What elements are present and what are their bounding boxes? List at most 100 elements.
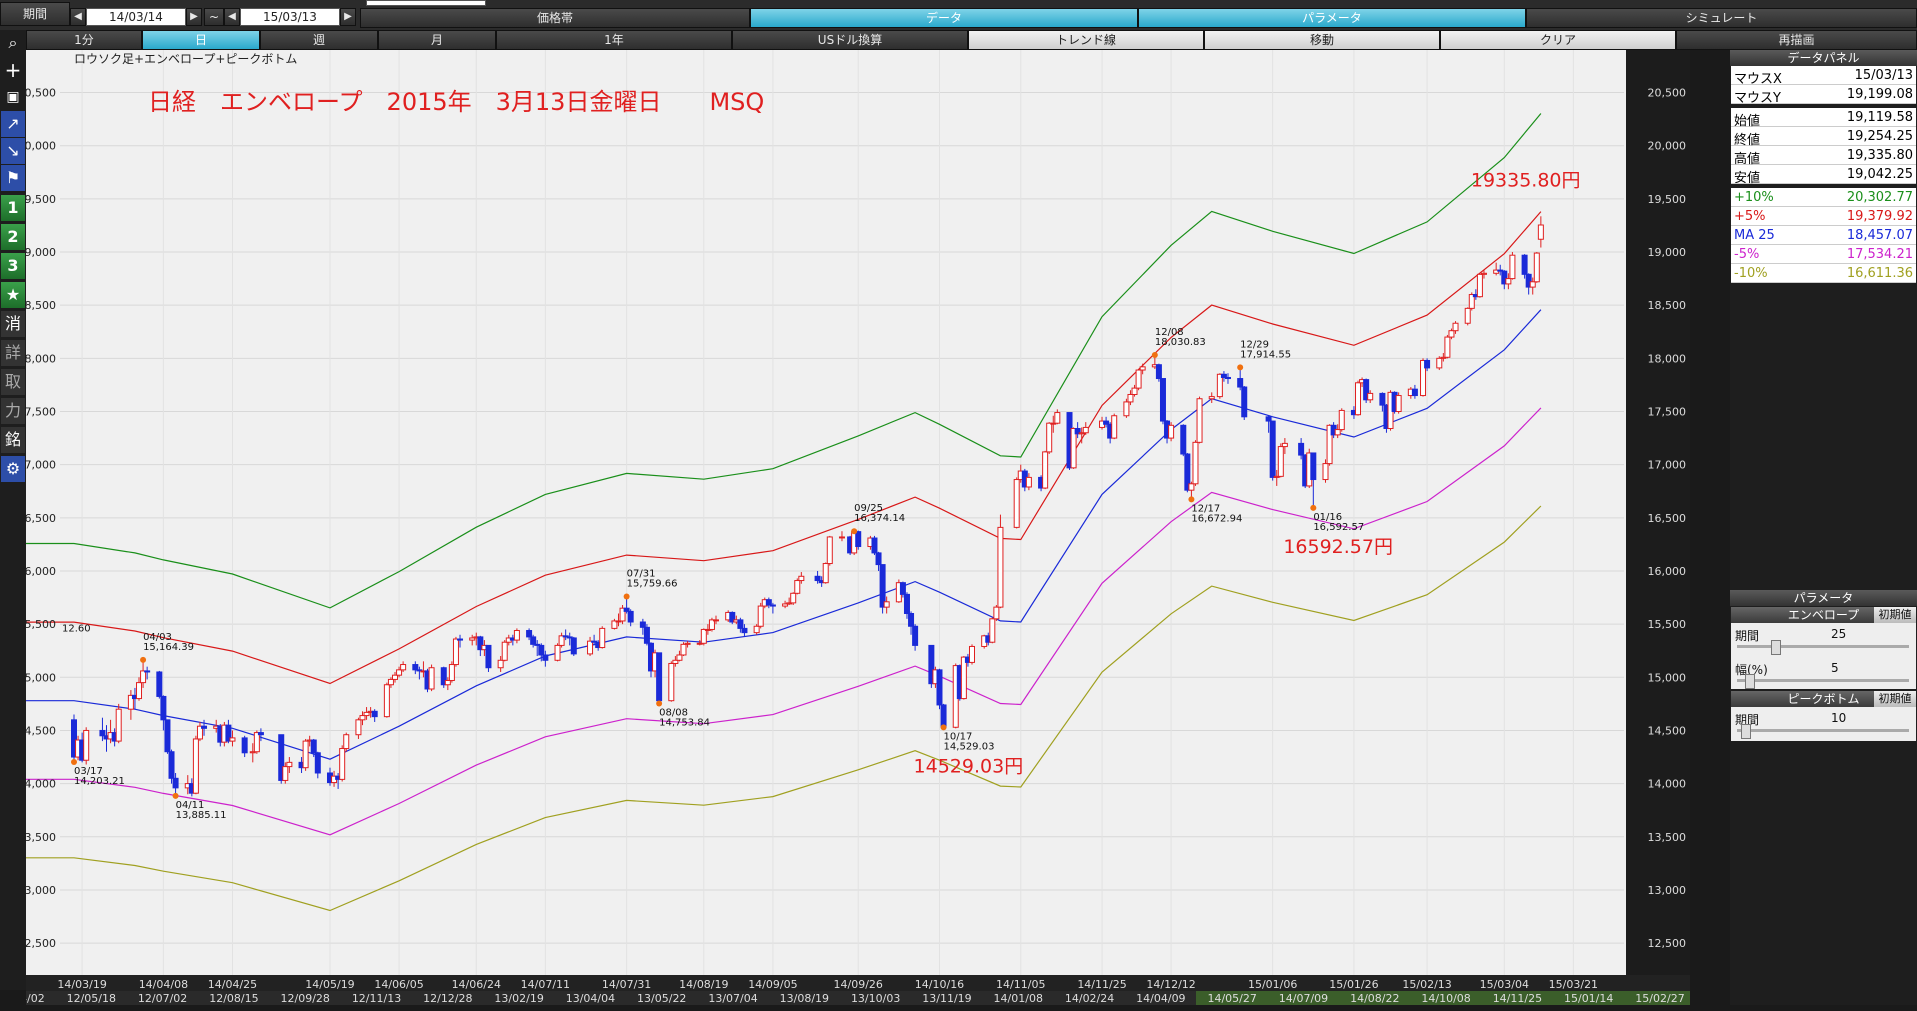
- camera-icon[interactable]: ▣: [1, 84, 25, 110]
- data-row-6: +10% 20,302.77: [1731, 188, 1916, 207]
- right-panel: データパネル マウスX 15/03/13 マウスY 19,199.08 始値 19,119…: [1730, 50, 1917, 1005]
- peak-period-slider[interactable]: [1737, 729, 1909, 732]
- price-annotation: 16592.57円: [1283, 536, 1393, 558]
- candle-body: [392, 674, 399, 680]
- candle-body: [428, 667, 435, 690]
- y-tick-label-left: 15,500: [26, 618, 56, 631]
- sub-toolbar: 1分 日 週 月 1年 USドル換算 トレンド線 移動 クリア 再描画: [26, 30, 1917, 50]
- candle-body: [339, 748, 346, 780]
- move-button[interactable]: 移動: [1204, 30, 1440, 50]
- crosshair-icon[interactable]: +: [1, 57, 25, 83]
- data-row-value: 19,254.25: [1846, 129, 1913, 144]
- envelope-period-slider[interactable]: [1737, 645, 1909, 648]
- x-tick-label: 15/01/06: [1248, 978, 1297, 991]
- envelope-period-handle[interactable]: [1771, 640, 1781, 655]
- candle-body: [989, 618, 996, 643]
- candle-body: [412, 664, 419, 671]
- candle-body: [229, 737, 236, 742]
- date-from-prev-button[interactable]: ◀: [70, 8, 86, 26]
- x-tick-label: 14/08/19: [679, 978, 728, 991]
- candle-body: [1452, 322, 1459, 332]
- tab-simulate[interactable]: シミュレート: [1526, 8, 1917, 28]
- envelope-reset-button[interactable]: 初期値: [1874, 607, 1916, 623]
- candle-body: [115, 708, 122, 742]
- candle-body: [1241, 386, 1248, 418]
- peak-price-label: 15,164.39: [143, 642, 194, 653]
- date-to-prev-button[interactable]: ◀: [224, 8, 240, 26]
- overview-label: 13/07/04: [708, 992, 757, 1005]
- date-to-next-button[interactable]: ▶: [340, 8, 356, 26]
- tab-daily[interactable]: 日: [142, 30, 260, 50]
- peak-period-handle[interactable]: [1741, 724, 1751, 739]
- overview-label: 12/11/13: [352, 992, 401, 1005]
- y-tick-label-left: 20,500: [26, 87, 56, 100]
- overview-label: 15/02/27: [1635, 992, 1684, 1005]
- tab-data[interactable]: データ: [750, 8, 1138, 28]
- gear-icon[interactable]: ⚙: [1, 456, 25, 482]
- peak-price-label: 16,374.14: [854, 513, 905, 524]
- peak-marker: [140, 656, 147, 663]
- tab-1year[interactable]: 1年: [496, 30, 732, 50]
- chart-legend: ロウソク足+エンベロープ+ピークボトム: [74, 52, 297, 66]
- peak-marker: [940, 724, 947, 731]
- preset-1-button[interactable]: 1: [1, 195, 25, 221]
- top-scroll-input[interactable]: [366, 0, 486, 6]
- usd-convert-button[interactable]: USドル換算: [732, 30, 968, 50]
- candle-body: [497, 659, 504, 669]
- y-tick-label-right: 20,500: [1648, 87, 1687, 100]
- take-button[interactable]: 取: [1, 369, 25, 395]
- candle-body: [383, 684, 390, 718]
- candle-body: [513, 630, 520, 641]
- candle-body: [713, 619, 720, 622]
- tab-parameters[interactable]: パラメータ: [1138, 8, 1526, 28]
- zoom-icon[interactable]: ⌕: [1, 30, 25, 56]
- erase-button[interactable]: 消: [1, 311, 25, 337]
- x-tick-label: 14/11/05: [996, 978, 1045, 991]
- x-tick-label: 14/09/26: [834, 978, 883, 991]
- tab-monthly[interactable]: 月: [378, 30, 496, 50]
- candle-body: [1379, 392, 1386, 406]
- candle-body: [794, 580, 801, 594]
- peak-marker: [1188, 496, 1195, 503]
- y-tick-label-right: 15,500: [1648, 618, 1687, 631]
- preset-3-button[interactable]: 3: [1, 253, 25, 279]
- peak-reset-button[interactable]: 初期値: [1874, 691, 1916, 707]
- redraw-button[interactable]: 再描画: [1676, 30, 1917, 50]
- indicator-icon[interactable]: ↘: [1, 138, 25, 164]
- candle-body: [1196, 398, 1203, 443]
- tab-price-zone[interactable]: 価格帯: [360, 8, 750, 28]
- detail-button[interactable]: 詳: [1, 340, 25, 366]
- candle-body: [1159, 378, 1166, 422]
- envelope-width-handle[interactable]: [1745, 674, 1755, 689]
- candle-body: [1367, 392, 1374, 401]
- power-button[interactable]: 力: [1, 398, 25, 424]
- date-from-input[interactable]: 14/03/14: [86, 8, 186, 26]
- candlestick-chart[interactable]: 03/1714,203.2104/0315,164.3904/1113,885.…: [0, 50, 1690, 1005]
- x-tick-label: 14/07/31: [602, 978, 651, 991]
- tab-weekly[interactable]: 週: [260, 30, 378, 50]
- clear-button[interactable]: クリア: [1440, 30, 1676, 50]
- top-toolbar: 期間 ◀ 14/03/14 ▶ ~ ◀ 15/03/13 ▶ 価格帯 データ パ…: [0, 0, 1917, 30]
- tab-1min[interactable]: 1分: [26, 30, 142, 50]
- star-icon[interactable]: ★: [1, 282, 25, 308]
- trend-line-button[interactable]: トレンド線: [968, 30, 1204, 50]
- data-row-1: マウスY 19,199.08: [1731, 85, 1916, 106]
- data-row-key: 安値: [1734, 171, 1761, 186]
- candle-body: [1082, 426, 1089, 434]
- chart-area[interactable]: 03/17 14,203.21 04/03 15,164.39 04/11 13,885.…: [0, 50, 1690, 1005]
- symbol-button[interactable]: 銘: [1, 427, 25, 453]
- candle-body: [765, 599, 772, 606]
- line-chart-icon[interactable]: ↗: [1, 111, 25, 137]
- candle-body: [993, 606, 1000, 620]
- date-from-next-button[interactable]: ▶: [186, 8, 202, 26]
- candle-body: [1448, 330, 1455, 338]
- date-to-input[interactable]: 15/03/13: [240, 8, 340, 26]
- candle-body: [903, 593, 910, 615]
- preset-2-button[interactable]: 2: [1, 224, 25, 250]
- envelope-width-slider[interactable]: [1737, 679, 1909, 682]
- overview-label: 15/01/14: [1564, 992, 1613, 1005]
- candle-body: [1139, 366, 1146, 371]
- flag-icon[interactable]: ⚑: [1, 165, 25, 191]
- overview-label: 14/01/08: [994, 992, 1043, 1005]
- candle-body: [587, 640, 594, 655]
